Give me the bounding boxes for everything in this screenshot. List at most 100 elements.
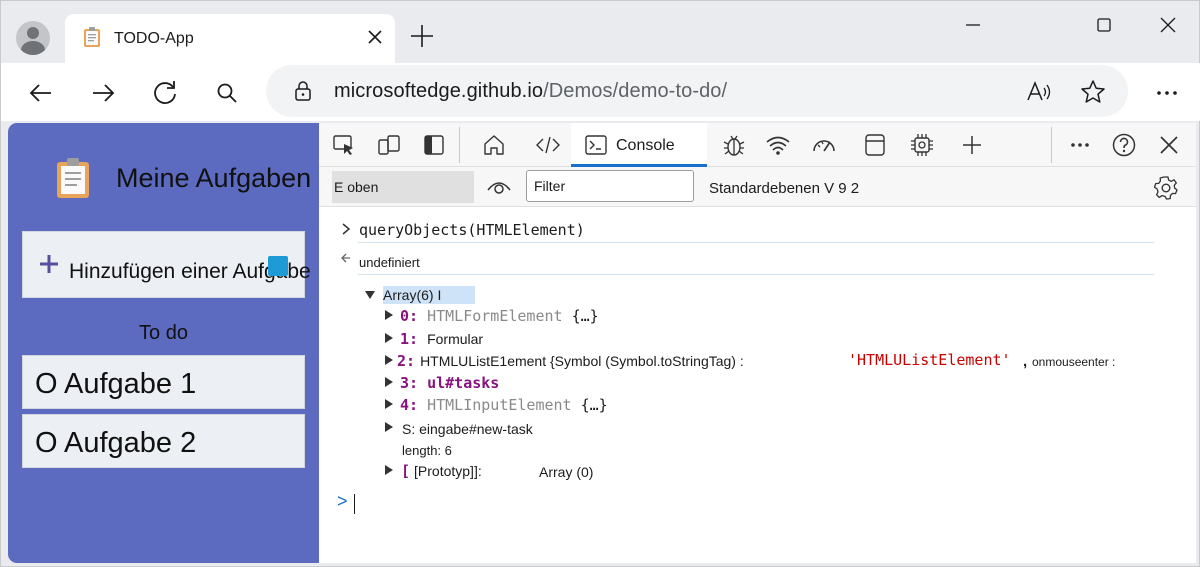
expand-triangle-icon[interactable] xyxy=(385,355,393,365)
address-bar[interactable]: microsoftedge.github.io/Demos/demo-to-do… xyxy=(266,65,1128,117)
log-levels-dropdown[interactable]: Standardebenen V 9 2 xyxy=(709,180,859,197)
console-filter-bar: E oben Filter Standardebenen V 9 2 xyxy=(319,167,1196,207)
bug-icon[interactable] xyxy=(721,132,747,158)
array-header[interactable]: Array(6) I xyxy=(383,286,476,304)
add-task-button[interactable]: Hinzufügen einer Aufgabe xyxy=(22,231,311,298)
entry-value: ul#tasks xyxy=(427,374,500,392)
expand-triangle-icon[interactable] xyxy=(385,333,393,343)
console-divider xyxy=(358,242,1154,243)
more-options-icon[interactable] xyxy=(1151,77,1183,109)
help-icon[interactable] xyxy=(1111,132,1137,158)
return-arrow-icon xyxy=(341,253,350,263)
entry-index: 2: xyxy=(397,352,416,370)
gear-icon[interactable] xyxy=(1153,175,1179,201)
read-aloud-icon[interactable] xyxy=(1024,78,1052,106)
application-window-icon[interactable] xyxy=(862,132,888,158)
clipboard-icon xyxy=(84,27,100,47)
array-entry[interactable]: 4: HTMLInputElement {…} xyxy=(400,396,608,414)
expand-triangle-icon[interactable] xyxy=(385,310,393,320)
expand-triangle-icon[interactable] xyxy=(385,399,393,409)
browser-window: TODO-App microsoftedge.github.io/Demos/d… xyxy=(0,0,1200,567)
eye-icon[interactable] xyxy=(486,176,512,198)
back-arrow-icon[interactable] xyxy=(25,77,57,109)
dock-side-icon[interactable] xyxy=(421,132,447,158)
console-prompt: > xyxy=(337,491,348,511)
devtools-toolbar: Console xyxy=(319,123,1196,167)
task-label: O Aufgabe 1 xyxy=(35,368,197,400)
section-title: To do xyxy=(139,322,188,344)
console-tab-label: Console xyxy=(616,137,675,154)
task-item[interactable]: O Aufgabe 1 xyxy=(22,355,305,409)
filter-placeholder: Filter xyxy=(534,178,566,194)
entry-suffix: {…} xyxy=(571,307,599,325)
profile-avatar-icon[interactable] xyxy=(16,21,50,55)
new-tab-icon[interactable] xyxy=(407,21,437,51)
home-icon[interactable] xyxy=(481,132,507,158)
favorite-star-icon[interactable] xyxy=(1079,78,1107,106)
elements-code-icon[interactable] xyxy=(535,132,561,158)
tab-title: TODO-App xyxy=(114,30,194,47)
checkbox-icon xyxy=(268,256,288,276)
array-entry[interactable]: S: eingabe#new-task xyxy=(402,421,533,437)
prototype-entry[interactable]: [[Prototyp]]: xyxy=(401,462,482,481)
refresh-icon[interactable] xyxy=(149,77,181,109)
filter-input[interactable]: Filter xyxy=(526,170,694,202)
search-icon[interactable] xyxy=(211,77,243,109)
entry-index: 3: xyxy=(400,374,419,392)
network-wifi-icon[interactable] xyxy=(765,132,791,158)
entry-string-value: 'HTMLUListElement' xyxy=(848,351,1011,369)
url-text[interactable]: microsoftedge.github.io/Demos/demo-to-do… xyxy=(334,80,727,103)
array-entry[interactable]: 3: ul#tasks xyxy=(400,374,499,392)
task-label: O Aufgabe 2 xyxy=(35,427,197,459)
app-title: Meine Aufgaben xyxy=(116,163,312,193)
forward-arrow-icon[interactable] xyxy=(87,77,119,109)
close-window-icon[interactable] xyxy=(1154,11,1182,39)
entry-tail: onmouseenter : xyxy=(1032,355,1116,369)
entry-suffix: {…} xyxy=(580,396,608,414)
entry-value: HTMLFormElement xyxy=(427,307,563,325)
context-selector[interactable]: E oben xyxy=(332,171,474,203)
more-tools-plus-icon[interactable] xyxy=(959,132,985,158)
array-entry[interactable]: 2: HTMLUListE1ement {Symbol (Symbol.toStr… xyxy=(397,352,744,371)
clipboard-icon xyxy=(57,158,89,198)
array-entry[interactable]: 1: Formular xyxy=(400,330,483,349)
console-return-value: undefiniert xyxy=(359,255,420,270)
prototype-value: Array (0) xyxy=(539,464,594,480)
inspect-element-icon[interactable] xyxy=(331,132,357,158)
entry-value: HTMLUListE1ement {Symbol (Symbol.toStrin… xyxy=(420,353,744,369)
console-cursor[interactable] xyxy=(354,494,355,514)
performance-gauge-icon[interactable] xyxy=(811,132,837,158)
toolbar-separator xyxy=(459,127,460,163)
array-entry[interactable]: 0: HTMLFormElement {…} xyxy=(400,307,599,325)
toolbar-separator xyxy=(1051,127,1052,163)
devtools-more-icon[interactable] xyxy=(1067,132,1093,158)
expand-triangle-icon[interactable] xyxy=(365,291,375,299)
expand-triangle-icon[interactable] xyxy=(385,465,393,475)
expand-triangle-icon[interactable] xyxy=(385,377,393,387)
entry-comma: , xyxy=(1023,353,1028,370)
prototype-label: [Prototyp]]: xyxy=(414,463,482,479)
console-input-line[interactable]: queryObjects(HTMLElement) xyxy=(359,221,585,239)
device-emulation-icon[interactable] xyxy=(376,132,402,158)
url-host: microsoftedge.github.io xyxy=(334,80,544,102)
memory-chip-icon[interactable] xyxy=(909,132,935,158)
close-devtools-icon[interactable] xyxy=(1156,132,1182,158)
todo-app-panel: Meine Aufgaben Hinzufügen einer Aufgabe … xyxy=(8,123,319,563)
expand-triangle-icon[interactable] xyxy=(385,422,393,432)
entry-value: eingabe#new-task xyxy=(419,421,533,437)
console-divider xyxy=(358,274,1154,275)
console-output: queryObjects(HTMLElement) undefiniert Ar… xyxy=(319,207,1196,563)
browser-toolbar: microsoftedge.github.io/Demos/demo-to-do… xyxy=(1,63,1200,121)
tab-todo-app[interactable]: TODO-App xyxy=(65,14,395,63)
plus-icon xyxy=(40,255,58,273)
entry-index: S: xyxy=(402,421,416,437)
maximize-icon[interactable] xyxy=(1090,11,1118,39)
close-tab-icon[interactable] xyxy=(363,24,387,50)
entry-value: Formular xyxy=(427,331,484,347)
task-item[interactable]: O Aufgabe 2 xyxy=(22,414,305,468)
lock-icon[interactable] xyxy=(294,81,312,101)
tab-console[interactable]: Console xyxy=(571,123,707,167)
context-label: E oben xyxy=(334,179,379,195)
minimize-icon[interactable] xyxy=(959,11,987,39)
entry-index: 1: xyxy=(400,330,419,348)
